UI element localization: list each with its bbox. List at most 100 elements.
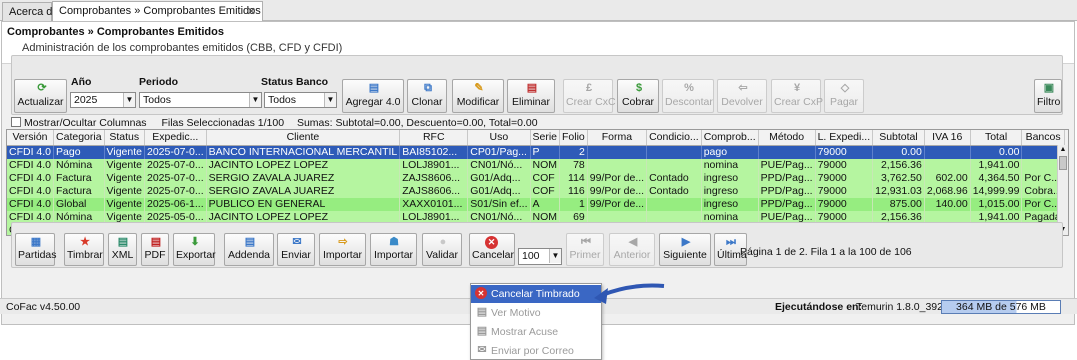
column-header[interactable]: Serie [530, 130, 561, 146]
create-cxc-button[interactable]: £ Crear CxC [563, 79, 616, 113]
bank-status-select[interactable]: Todos ▼ [264, 92, 337, 108]
table-row[interactable]: CFDI 4.0 Factura Vigente 2025-07-0... SERGIO… [7, 184, 1068, 198]
modify-label: Modificar [456, 96, 500, 108]
column-header[interactable]: Subtotal [872, 130, 925, 146]
table-cell: Vigente [104, 184, 145, 198]
running-value: Temurin 1.8.0_392 [856, 301, 943, 313]
table-cell: Vigente [104, 158, 145, 172]
column-header[interactable]: Categoria [53, 130, 105, 146]
pound-icon: £ [585, 82, 593, 94]
bank-status-value: Todos [268, 94, 297, 106]
table-cell: Vigente [104, 171, 145, 185]
column-header[interactable]: Cliente [206, 130, 401, 146]
validate-button[interactable]: ● Validar [422, 233, 462, 266]
column-header[interactable]: Uso [467, 130, 531, 146]
filter-button[interactable]: ▣ Filtro [1034, 79, 1062, 113]
page-title: Comprobantes » Comprobantes Emitidos [7, 26, 224, 38]
menu-item-view-reason[interactable]: ▤ Ver Motivo [471, 304, 601, 322]
period-select[interactable]: Todos ▼ [139, 92, 262, 108]
column-header[interactable]: Método [758, 130, 816, 146]
pay-button[interactable]: ◇ Pagar [824, 79, 864, 113]
send-button[interactable]: ✉ Enviar [277, 233, 315, 266]
column-header[interactable]: Condicio... [646, 130, 702, 146]
next-page-button[interactable]: ▶ Siguiente [659, 233, 711, 266]
tab-comprobantes-emitidos[interactable]: Comprobantes » Comprobantes Emitidos ✕ [52, 1, 263, 22]
page-size-select[interactable]: 100 ▼ [518, 248, 562, 265]
scroll-thumb[interactable] [1059, 156, 1067, 170]
bottom-toolbar: ▦ Partidas ★ Timbrar ▤ XML ▤ PDF ⬇ Exportar ▤… [11, 222, 1063, 268]
refresh-button[interactable]: ⟳ Actualizar [14, 79, 67, 113]
pdf-button[interactable]: ▤ PDF [141, 233, 169, 266]
column-header[interactable]: Bancos [1021, 130, 1065, 146]
xml-button[interactable]: ▤ XML [108, 233, 137, 266]
column-header[interactable]: Status [104, 130, 145, 146]
stamp-button[interactable]: ★ Timbrar [64, 233, 104, 266]
column-header[interactable]: Total [970, 130, 1023, 146]
table-cell: ingreso [701, 171, 759, 185]
tab-acerca-de[interactable]: Acerca de [2, 2, 59, 21]
column-header[interactable]: Versión [7, 130, 55, 146]
show-columns-label[interactable]: Mostrar/Ocultar Columnas [24, 117, 147, 129]
modify-button[interactable]: ✎ Modificar [452, 79, 504, 113]
show-columns-checkbox[interactable] [11, 117, 21, 127]
cancel-label: Cancelar [472, 249, 515, 261]
table-cell: Global [53, 197, 105, 211]
column-header[interactable]: UUID [1064, 130, 1068, 146]
first-page-button[interactable]: ⏮ Primer [566, 233, 604, 266]
table-cell: SERGIO ZAVALA JUAREZ [206, 184, 401, 198]
memory-text: 364 MB de 576 MB [956, 301, 1046, 313]
app-version: CoFac v4.50.00 [6, 301, 81, 313]
table-row[interactable]: CFDI 4.0 Nómina Vigente 2025-07-0... JACINTO… [7, 158, 1068, 172]
table-cell: PPD/Pag... [758, 197, 816, 211]
import-label-1: Importar [322, 249, 363, 261]
column-header[interactable]: Folio [559, 130, 588, 146]
table-row[interactable]: CFDI 4.0 Global Vigente 2025-06-1... PUBLICO… [7, 197, 1068, 211]
bank-status-label: Status Banco [261, 76, 329, 88]
table-cell: COF [530, 171, 561, 185]
column-header[interactable]: IVA 16 [924, 130, 971, 146]
column-header[interactable]: Comprob... [701, 130, 759, 146]
import-users-icon: ☗ [389, 236, 399, 248]
add-40-label: Agregar 4.0 [345, 96, 401, 108]
column-header[interactable]: RFC [399, 130, 469, 146]
table-cell [646, 197, 702, 211]
toolbar: ⟳ Actualizar Año 2025 ▼ Periodo Todos ▼ St… [11, 55, 1063, 115]
table-cell: PUE/Pag... [758, 158, 816, 172]
import-button-1[interactable]: ⇨ Importar [319, 233, 366, 266]
close-icon[interactable]: ✕ [247, 5, 256, 18]
items-button[interactable]: ▦ Partidas [15, 233, 57, 266]
chevron-down-icon: ▼ [324, 93, 336, 107]
menu-label: Ver Motivo [491, 307, 541, 319]
create-cxp-button[interactable]: ¥ Crear CxP [771, 79, 823, 113]
return-button[interactable]: ⇦ Devolver [717, 79, 767, 113]
scroll-up-icon[interactable]: ▲ [1059, 146, 1067, 154]
menu-item-cancel-stamp[interactable]: ✕ Cancelar Timbrado [471, 285, 601, 303]
next-icon: ▶ [681, 236, 691, 248]
year-select[interactable]: 2025 ▼ [70, 92, 136, 108]
column-header[interactable]: Forma [587, 130, 648, 146]
menu-item-send-email[interactable]: ✉ Enviar por Correo [471, 342, 601, 360]
table-cell: JACINTO LOPEZ LOPEZ [206, 158, 401, 172]
collect-button[interactable]: $ Cobrar [617, 79, 659, 113]
import-button-2[interactable]: ☗ Importar [370, 233, 417, 266]
discount-icon: % [684, 82, 694, 94]
table-row[interactable]: CFDI 4.0 Pago Vigente 2025-07-0... BANCO INT… [7, 145, 1068, 159]
table-cell: 2025-07-0... [144, 184, 207, 198]
clone-button[interactable]: ⧉ Clonar [407, 79, 447, 113]
table-cell: CN01/Nó... [467, 158, 531, 172]
cancel-button[interactable]: ✕ Cancelar [469, 233, 515, 266]
add-40-button[interactable]: ▤ Agregar 4.0 [342, 79, 404, 113]
addenda-button[interactable]: ▤ Addenda [224, 233, 274, 266]
discount-button[interactable]: % Descontar [662, 79, 714, 113]
column-header[interactable]: Expedic... [144, 130, 207, 146]
export-button[interactable]: ⬇ Exportar [173, 233, 216, 266]
table-cell: Factura [53, 171, 105, 185]
delete-button[interactable]: ▤ Eliminar [507, 79, 555, 113]
pdf-icon: ▤ [150, 236, 162, 248]
menu-item-show-receipt[interactable]: ▤ Mostrar Acuse [471, 323, 601, 341]
table-cell: 2,068.96 [924, 184, 971, 198]
column-header[interactable]: L. Expedi... [815, 130, 874, 146]
table-row[interactable]: CFDI 4.0 Factura Vigente 2025-07-0... SERGIO… [7, 171, 1068, 185]
selected-rows-text: Filas Seleccionadas 1/100 [161, 117, 285, 129]
previous-page-button[interactable]: ◀ Anterior [609, 233, 655, 266]
